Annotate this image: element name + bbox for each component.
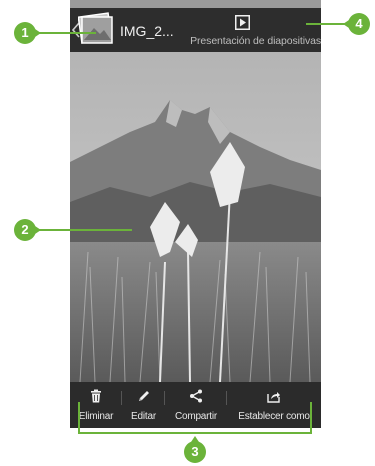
slideshow-label: Presentación de diapositivas bbox=[190, 35, 321, 47]
callout-1: 1 bbox=[14, 22, 41, 44]
callout-3-bracket-bottom bbox=[78, 432, 312, 434]
bottom-action-bar: Eliminar Editar Compartir Establecer com… bbox=[70, 382, 321, 428]
callout-2: 2 bbox=[14, 219, 41, 241]
photo-view[interactable] bbox=[70, 52, 321, 382]
edit-label: Editar bbox=[131, 411, 156, 422]
edit-button[interactable]: Editar bbox=[122, 382, 165, 428]
gallery-screen: IMG_2... Presentación de diapositivas El… bbox=[70, 0, 321, 428]
share-button[interactable]: Compartir bbox=[165, 382, 227, 428]
photo-stack-icon[interactable] bbox=[78, 12, 114, 46]
callout-3-bracket-left bbox=[78, 402, 80, 434]
callout-2-line bbox=[36, 229, 132, 231]
callout-4: 4 bbox=[343, 13, 370, 35]
callout-4-line bbox=[306, 23, 346, 25]
share-label: Compartir bbox=[174, 411, 218, 422]
callout-3: 3 bbox=[184, 436, 206, 463]
set-as-icon bbox=[267, 392, 280, 403]
trash-icon bbox=[91, 389, 101, 403]
file-name-title: IMG_2... bbox=[120, 23, 174, 39]
share-icon bbox=[190, 389, 202, 403]
set-as-button[interactable]: Establecer como bbox=[227, 382, 321, 428]
callout-1-line bbox=[36, 32, 96, 34]
top-action-bar: IMG_2... Presentación de diapositivas bbox=[70, 8, 321, 52]
set-as-label: Establecer como bbox=[238, 411, 310, 422]
slideshow-button[interactable]: Presentación de diapositivas bbox=[178, 8, 321, 52]
pencil-icon bbox=[138, 391, 149, 401]
callout-3-bracket-right bbox=[310, 402, 312, 434]
play-icon bbox=[235, 15, 250, 30]
